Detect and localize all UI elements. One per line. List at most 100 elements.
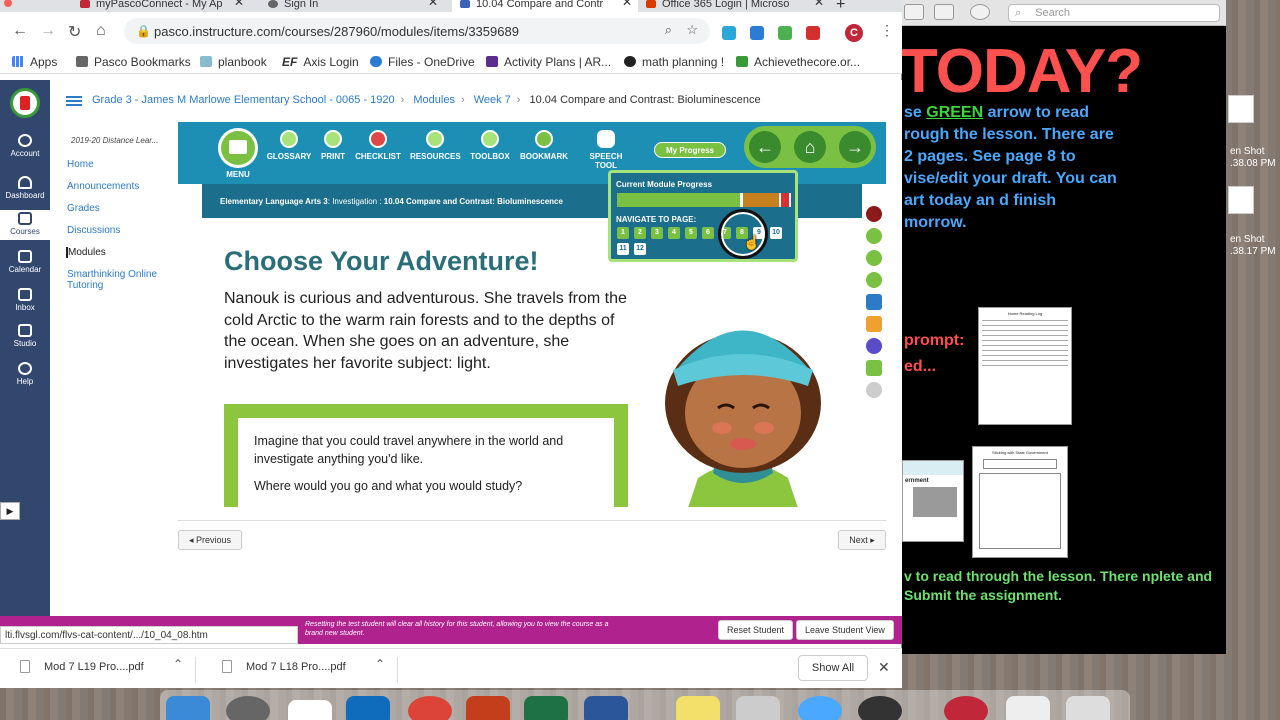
annotate-button[interactable] xyxy=(970,4,990,20)
page-button-2[interactable]: 2 xyxy=(634,227,646,239)
nav-help[interactable]: Help xyxy=(0,362,50,386)
breadcrumb-week[interactable]: Week 7 xyxy=(474,94,511,106)
nav-calendar[interactable]: Calendar xyxy=(0,250,50,274)
bookmark-onedrive[interactable]: Files - OneDrive xyxy=(370,55,475,69)
course-nav-smarthinking[interactable]: Smarthinking Online Tutoring xyxy=(67,269,166,291)
word-icon[interactable] xyxy=(584,696,628,720)
preview-icon[interactable] xyxy=(736,696,780,720)
tab-office-365[interactable]: Office 365 Login | Microso ✕ xyxy=(646,0,830,12)
document-icon[interactable] xyxy=(1006,696,1050,720)
breadcrumb-course[interactable]: Grade 3 - James M Marlowe Elementary Sch… xyxy=(92,94,395,106)
extension-icon[interactable] xyxy=(778,26,792,40)
toolbar-button[interactable] xyxy=(904,4,924,20)
powerpoint-icon[interactable] xyxy=(466,696,510,720)
back-arrow-icon[interactable]: ← xyxy=(12,22,28,40)
tab-sign-in[interactable]: Sign In ✕ xyxy=(268,0,444,12)
bookmark-planbook[interactable]: planbook xyxy=(200,55,267,69)
outlook-icon[interactable] xyxy=(346,696,390,720)
chevron-up-icon[interactable]: ⌃ xyxy=(173,657,183,671)
tab-mypascoconnect[interactable]: myPascoConnect - My Ap ✕ xyxy=(80,0,250,12)
tab-compare-contrast[interactable]: 10.04 Compare and Contr ✕ xyxy=(452,0,638,12)
settings-icon[interactable] xyxy=(866,338,882,354)
bookmark-button[interactable]: BOOKMARK xyxy=(519,130,569,161)
page-button-12[interactable]: 12 xyxy=(634,243,646,255)
pasco-logo[interactable] xyxy=(10,88,40,118)
page-button-5[interactable]: 5 xyxy=(685,227,697,239)
course-nav-modules[interactable]: Modules xyxy=(66,247,166,258)
pause-icon[interactable] xyxy=(866,250,882,266)
extension-icon[interactable] xyxy=(806,26,820,40)
excel-icon[interactable] xyxy=(524,696,568,720)
page-button-10[interactable]: 10 xyxy=(770,227,782,239)
expand-sidebar-icon[interactable]: ▶ xyxy=(0,502,20,520)
resources-button[interactable]: RESOURCES xyxy=(410,130,461,161)
speech-tool-button[interactable]: SPEECH TOOL xyxy=(578,130,634,170)
next-page-arrow-icon[interactable]: → xyxy=(839,131,871,163)
page-button-11[interactable]: 11 xyxy=(617,243,629,255)
course-nav-announcements[interactable]: Announcements xyxy=(67,181,166,192)
close-tab-icon[interactable]: ✕ xyxy=(234,0,244,8)
download-item[interactable]: Mod 7 L19 Pro....pdf ⌃ xyxy=(0,657,196,683)
close-tab-icon[interactable]: ✕ xyxy=(428,0,438,8)
close-tab-icon[interactable]: ✕ xyxy=(814,0,824,8)
leave-student-view-button[interactable]: Leave Student View xyxy=(796,620,894,640)
launchpad-icon[interactable] xyxy=(226,696,270,720)
stickies-icon[interactable] xyxy=(676,696,720,720)
zoom-search-icon[interactable]: ⌕ xyxy=(665,22,672,38)
quicktime-icon[interactable] xyxy=(858,696,902,720)
hamburger-menu-icon[interactable] xyxy=(66,96,82,106)
chrome-icon[interactable] xyxy=(408,696,452,720)
pasco-app-icon[interactable] xyxy=(944,696,988,720)
bookmark-math-planning[interactable]: math planning ! xyxy=(624,55,724,69)
safari-icon[interactable] xyxy=(798,696,842,720)
extension-icon[interactable] xyxy=(722,26,736,40)
bookmark-apps[interactable]: Apps xyxy=(12,55,57,69)
calendar-app-icon[interactable] xyxy=(288,700,332,720)
play-icon[interactable] xyxy=(866,228,882,244)
highlight-icon[interactable] xyxy=(866,316,882,332)
home-icon[interactable]: ⌂ xyxy=(96,22,106,40)
nav-courses[interactable]: Courses xyxy=(0,210,50,240)
new-tab-button[interactable]: + xyxy=(836,0,856,12)
address-bar[interactable]: 🔒 pasco.instructure.com/courses/287960/m… xyxy=(124,18,710,44)
window-controls[interactable] xyxy=(0,0,20,12)
expand-icon[interactable] xyxy=(866,360,882,376)
nav-account[interactable]: Account xyxy=(0,134,50,158)
trash-icon[interactable] xyxy=(1066,696,1110,720)
checklist-button[interactable]: CHECKLIST xyxy=(353,130,403,161)
close-downloads-icon[interactable]: ✕ xyxy=(878,659,890,676)
bookmark-star-icon[interactable]: ☆ xyxy=(686,22,698,38)
show-all-button[interactable]: Show All xyxy=(798,655,868,681)
bookmark-pasco[interactable]: Pasco Bookmarks xyxy=(76,55,191,69)
move-icon[interactable] xyxy=(866,382,882,398)
page-button-3[interactable]: 3 xyxy=(651,227,663,239)
screenshot-file-icon[interactable] xyxy=(1228,95,1254,123)
page-button-4[interactable]: 4 xyxy=(668,227,680,239)
page-button-1[interactable]: 1 xyxy=(617,227,629,239)
toolbox-button[interactable]: TOOLBOX xyxy=(465,130,515,161)
print-button[interactable]: PRINT xyxy=(308,130,358,161)
course-nav-grades[interactable]: Grades xyxy=(67,203,166,214)
close-tab-icon[interactable]: ✕ xyxy=(622,0,632,8)
previous-button[interactable]: ◂ Previous xyxy=(178,530,242,550)
course-nav-home[interactable]: Home xyxy=(67,159,166,170)
menu-button[interactable] xyxy=(218,128,258,168)
page-button-6[interactable]: 6 xyxy=(702,227,714,239)
text-icon[interactable] xyxy=(866,294,882,310)
next-button[interactable]: Next ▸ xyxy=(838,530,886,550)
my-progress-button[interactable]: My Progress xyxy=(654,142,726,158)
close-window-icon[interactable] xyxy=(4,0,12,7)
screenshot-file-icon[interactable] xyxy=(1228,186,1254,214)
download-item[interactable]: Mod 7 L18 Pro....pdf ⌃ xyxy=(202,657,398,683)
home-page-icon[interactable]: ⌂ xyxy=(794,131,826,163)
finder-icon[interactable] xyxy=(166,696,210,720)
course-nav-discussions[interactable]: Discussions xyxy=(67,225,166,236)
more-menu-icon[interactable]: ⋮ xyxy=(880,22,894,39)
nav-inbox[interactable]: Inbox xyxy=(0,288,50,312)
previous-page-arrow-icon[interactable]: ← xyxy=(749,131,781,163)
nav-studio[interactable]: Studio xyxy=(0,324,50,348)
extension-icon[interactable] xyxy=(750,26,764,40)
forward-arrow-icon[interactable]: → xyxy=(40,22,56,40)
bookmark-achievethecore[interactable]: Achievethecore.or... xyxy=(736,55,860,69)
nav-dashboard[interactable]: Dashboard xyxy=(0,176,50,200)
